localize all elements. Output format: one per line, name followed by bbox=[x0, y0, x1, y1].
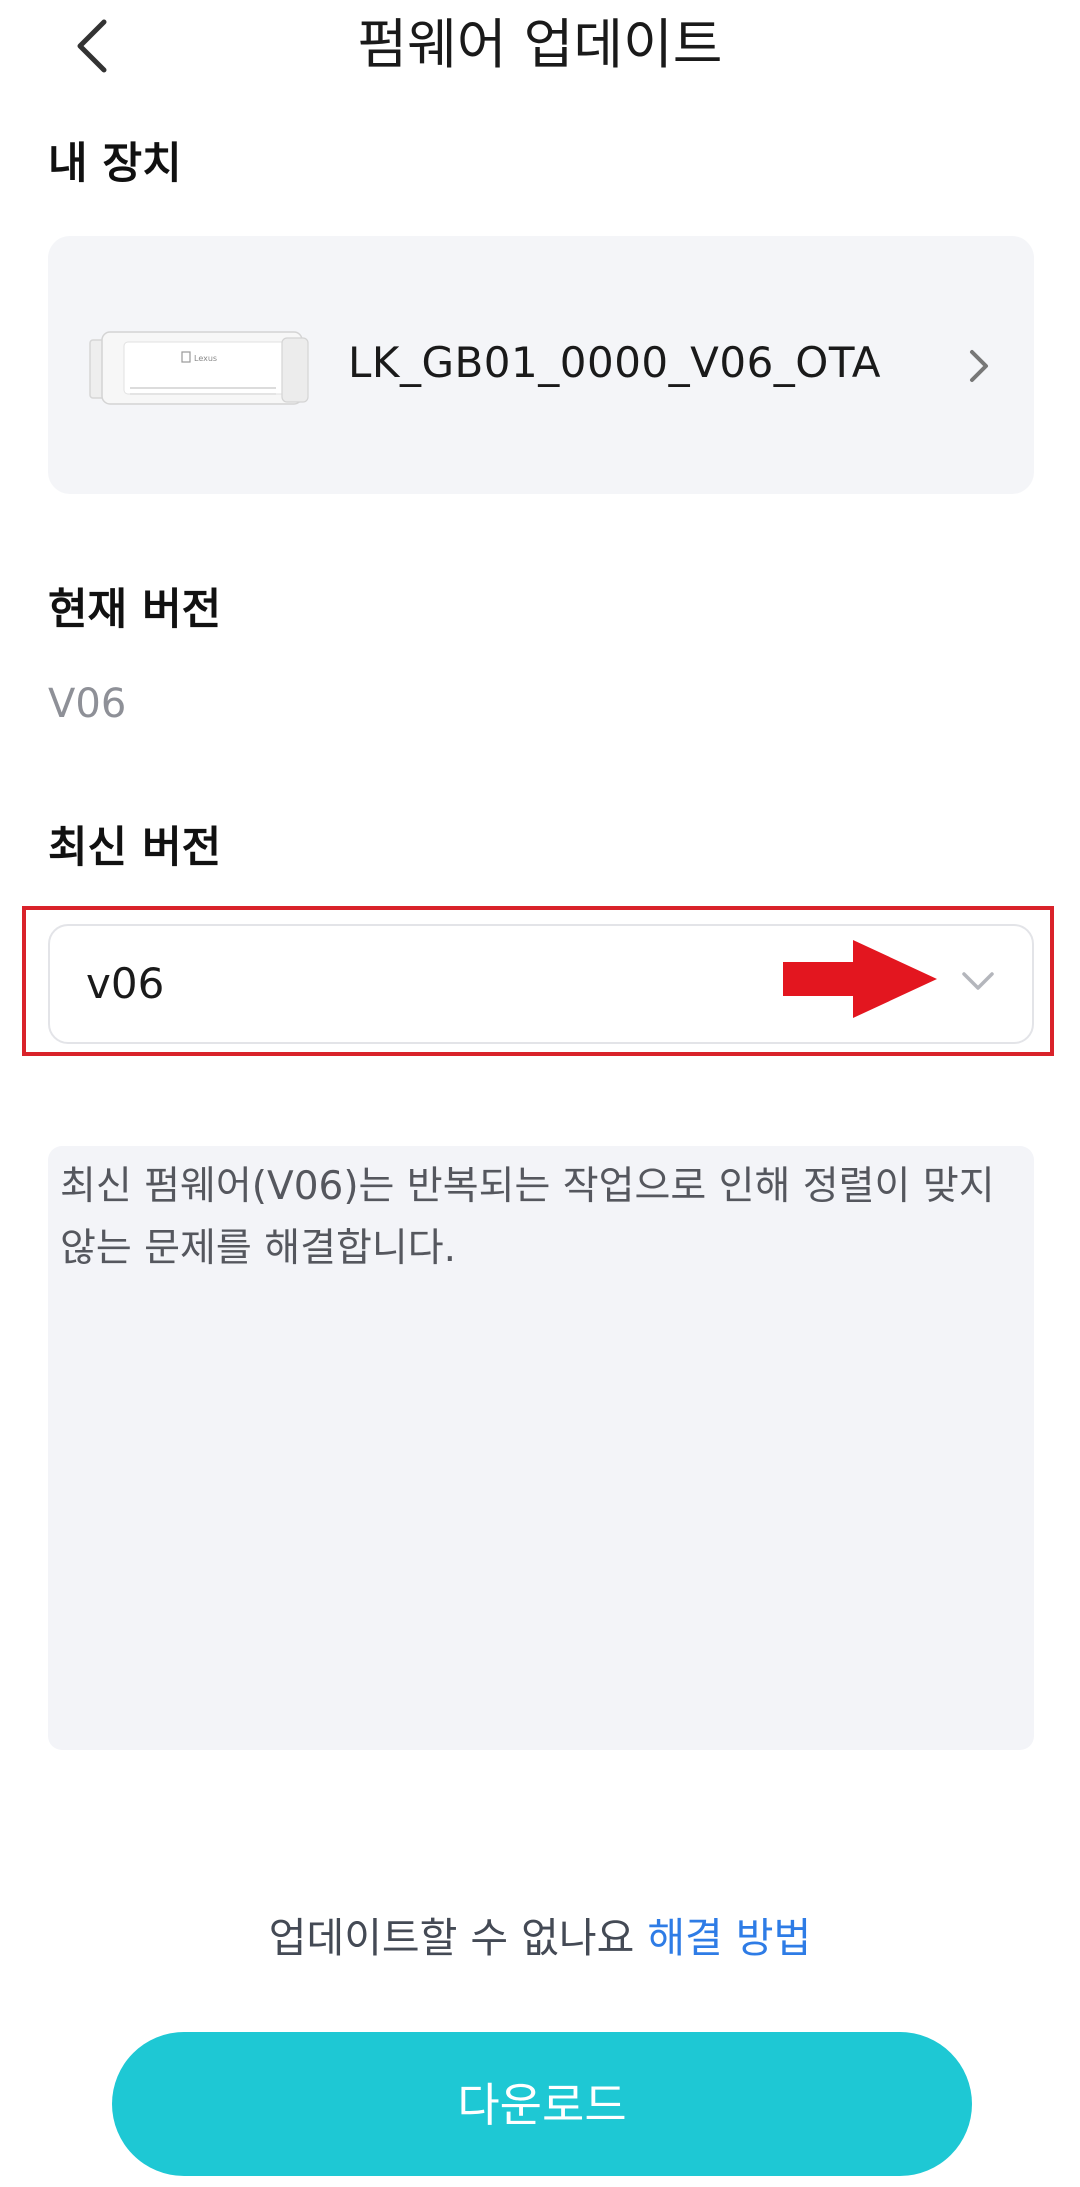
page-title: 펌웨어 업데이트 bbox=[357, 13, 723, 76]
header: 펌웨어 업데이트 bbox=[0, 0, 1080, 90]
latest-version-heading: 최신 버전 bbox=[48, 823, 222, 873]
release-notes-text: 최신 펌웨어(V06)는 반복되는 작업으로 인해 정렬이 맞지 않는 문제를 … bbox=[60, 1164, 995, 1271]
chevron-right-icon bbox=[970, 350, 988, 382]
printer-logo-text: Lexus bbox=[194, 354, 217, 363]
download-button[interactable]: 다운로드 bbox=[112, 2032, 972, 2176]
help-line: 업데이트할 수 없나요 해결 방법 bbox=[0, 1908, 1080, 1968]
current-version-value: V06 bbox=[48, 681, 127, 727]
release-notes-box: 최신 펌웨어(V06)는 반복되는 작업으로 인해 정렬이 맞지 않는 문제를 … bbox=[48, 1146, 1034, 1750]
help-text: 업데이트할 수 없나요 bbox=[268, 1914, 648, 1962]
my-device-heading: 내 장치 bbox=[48, 139, 182, 189]
help-solution-link[interactable]: 해결 방법 bbox=[647, 1914, 811, 1962]
annotation-arrow-icon bbox=[783, 940, 937, 1018]
device-card[interactable]: Lexus LK_GB01_0000_V06_OTA bbox=[48, 236, 1034, 494]
printer-image: Lexus bbox=[89, 331, 309, 405]
current-version-heading: 현재 버전 bbox=[48, 585, 222, 635]
device-name: LK_GB01_0000_V06_OTA bbox=[348, 338, 881, 387]
